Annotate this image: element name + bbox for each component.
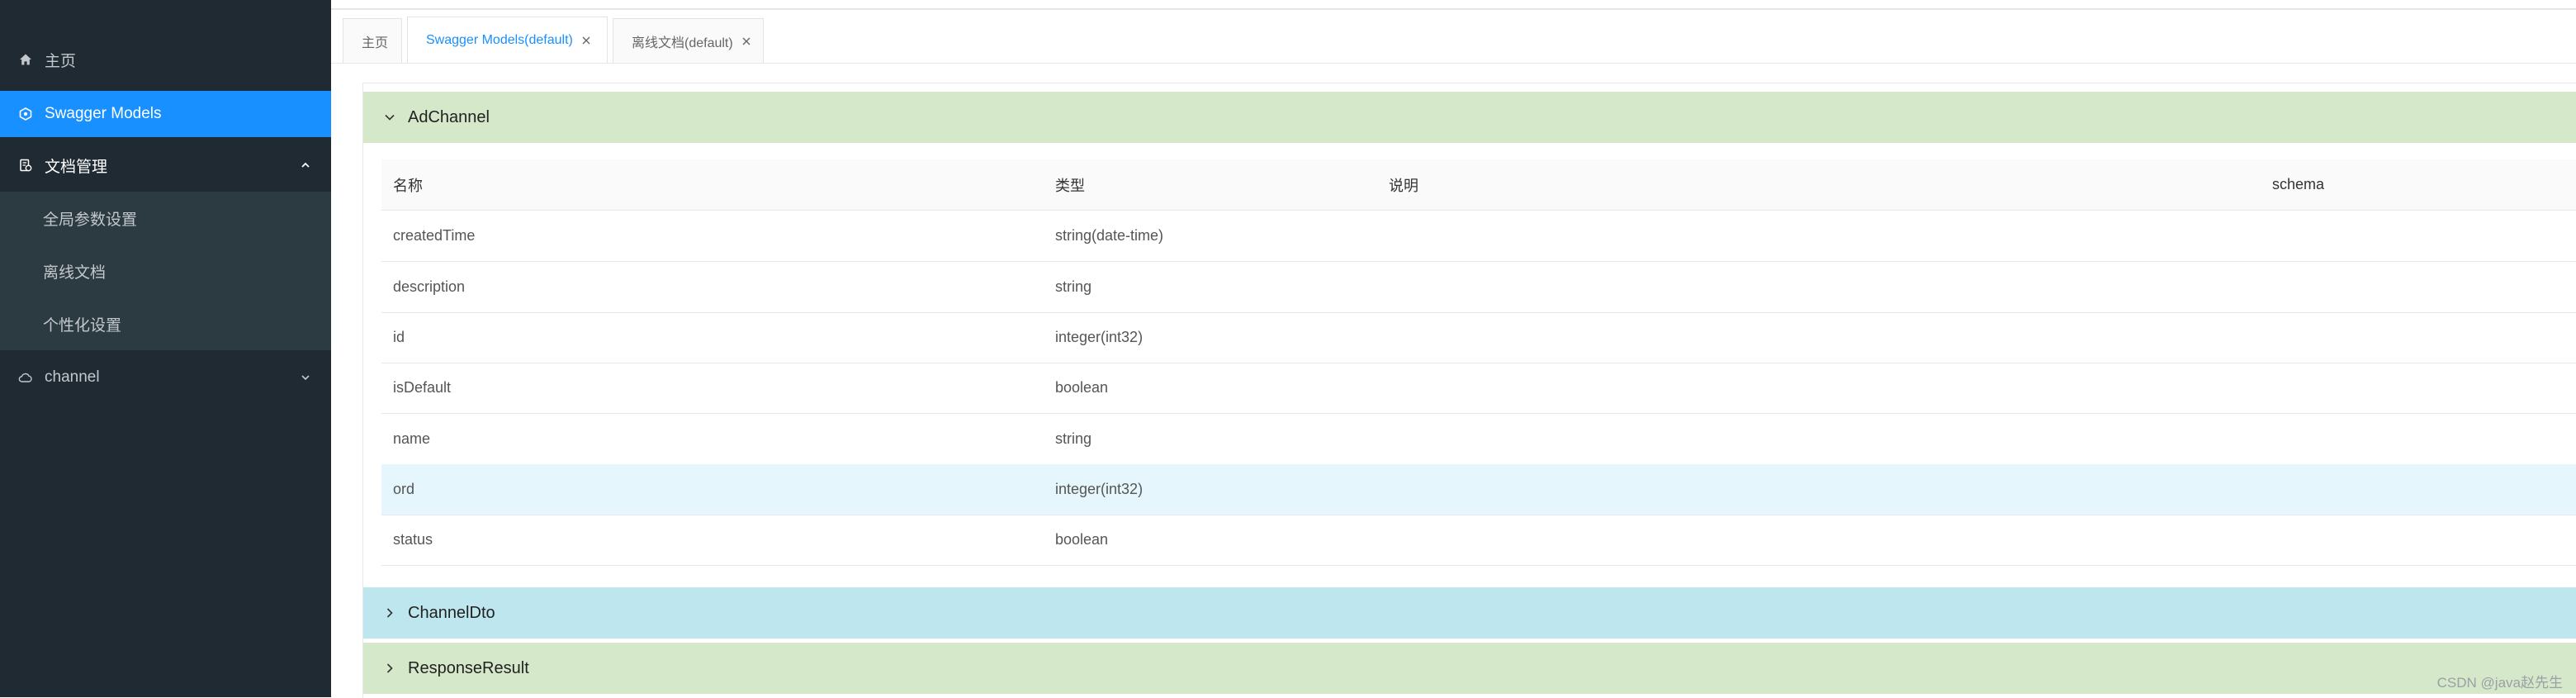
column-header-type: 类型 [1055, 177, 1085, 194]
close-icon[interactable] [741, 36, 751, 46]
models-content: AdChannel 名称 类型 说明 schema createdTime st… [362, 83, 2576, 698]
panel-header-adchannel[interactable]: AdChannel [363, 92, 2576, 143]
document-icon [18, 158, 33, 173]
chevron-right-icon [383, 662, 396, 675]
chevron-right-icon [383, 606, 396, 620]
tab-label: Swagger Models(default) [426, 32, 573, 47]
tab-swagger-models[interactable]: Swagger Models(default) [407, 17, 608, 63]
panel-title: AdChannel [408, 107, 490, 126]
panel-title: ResponseResult [408, 658, 529, 677]
sidebar-item-label: channel [45, 368, 100, 386]
sidebar-item-doc-manage[interactable]: 文档管理 [0, 142, 331, 188]
sidebar-item-swagger-models[interactable]: Swagger Models [0, 91, 331, 137]
property-name: createdTime [393, 227, 476, 244]
chevron-down-icon [300, 372, 311, 383]
sidebar-subitem-personalize[interactable]: 个性化设置 [0, 297, 331, 350]
table-row[interactable]: createdTime string(date-time) [381, 211, 2576, 262]
top-divider [331, 8, 2576, 10]
table-row[interactable]: description string [381, 262, 2576, 313]
table-row[interactable]: isDefault boolean [381, 363, 2576, 414]
sidebar-subitem-label: 个性化设置 [43, 316, 122, 335]
home-icon [18, 52, 33, 67]
sidebar-subitem-label: 全局参数设置 [43, 211, 138, 229]
property-type: boolean [1055, 531, 1109, 548]
sidebar-subitem-offline-docs[interactable]: 离线文档 [0, 245, 331, 297]
chevron-down-icon [383, 111, 396, 124]
property-name: description [393, 278, 466, 295]
column-header-name: 名称 [393, 177, 423, 194]
main-area: 主页 Swagger Models(default) 离线文档(default)… [331, 0, 2576, 698]
sidebar-item-channel[interactable]: channel [0, 354, 331, 401]
property-type: integer(int32) [1055, 481, 1144, 497]
watermark: CSDN @java赵先生 [2436, 675, 2563, 691]
panel-header-channeldto[interactable]: ChannelDto [363, 587, 2576, 639]
column-header-description: 说明 [1389, 177, 1418, 194]
tab-label: 离线文档(default) [632, 36, 733, 50]
models-icon [18, 107, 33, 121]
table-header-row: 名称 类型 说明 schema [381, 159, 2576, 211]
property-type: boolean [1055, 379, 1109, 396]
sidebar-item-label: 主页 [45, 52, 77, 70]
doc-manage-submenu: 全局参数设置 离线文档 个性化设置 [0, 192, 331, 350]
tab-home[interactable]: 主页 [343, 18, 402, 63]
sidebar-subitem-label: 离线文档 [43, 264, 107, 282]
close-icon[interactable] [581, 36, 591, 45]
tab-offline-docs[interactable]: 离线文档(default) [613, 18, 764, 63]
panel-header-responseresult[interactable]: ResponseResult [363, 643, 2576, 694]
sidebar-subitem-global-params[interactable]: 全局参数设置 [0, 192, 331, 245]
property-name: name [393, 430, 431, 447]
property-type: integer(int32) [1055, 329, 1144, 345]
table-row[interactable]: id integer(int32) [381, 312, 2576, 363]
cloud-icon [18, 370, 33, 385]
sidebar-item-label: Swagger Models [45, 105, 162, 122]
property-name: ord [393, 481, 415, 497]
sidebar-item-home[interactable]: 主页 [0, 36, 331, 83]
tab-label: 主页 [362, 36, 389, 50]
tab-bar: 主页 Swagger Models(default) 离线文档(default) [331, 15, 2576, 64]
table-row[interactable]: ord integer(int32) [381, 464, 2576, 515]
sidebar-item-label: 文档管理 [45, 158, 108, 176]
column-header-schema: schema [2272, 176, 2325, 192]
property-type: string [1055, 430, 1092, 447]
sidebar: 主页 Swagger Models 文档管理 全局参数设置 离线文档 个性化设置… [0, 0, 331, 697]
property-name: status [393, 531, 433, 548]
table-row[interactable]: name string [381, 414, 2576, 465]
property-name: id [393, 329, 405, 345]
panel-title: ChannelDto [408, 603, 495, 622]
table-row[interactable]: status boolean [381, 515, 2576, 566]
property-type: string(date-time) [1055, 227, 1164, 244]
chevron-up-icon [300, 159, 311, 171]
property-name: isDefault [393, 379, 452, 396]
property-type: string [1055, 278, 1092, 295]
